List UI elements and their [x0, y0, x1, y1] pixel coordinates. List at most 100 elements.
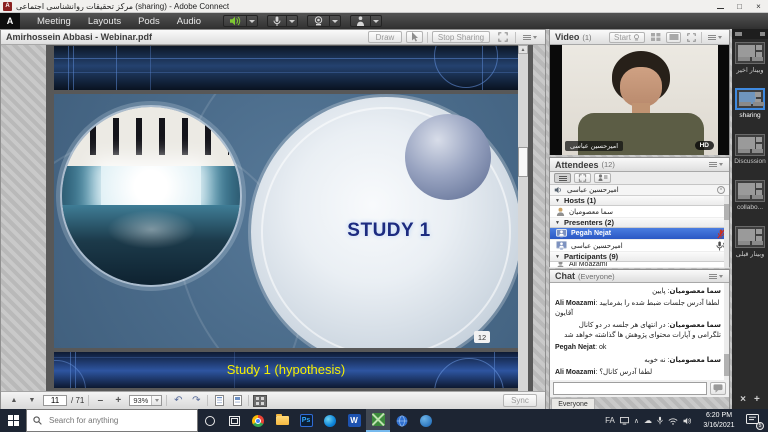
share-pod-menu-button[interactable]	[520, 35, 540, 40]
layout-label-collaboration[interactable]: collabo...	[732, 204, 768, 211]
onedrive-cloud-icon[interactable]: ☁	[644, 416, 652, 425]
layout-thumb-sharing[interactable]	[735, 88, 765, 110]
attendees-pod-menu-button[interactable]	[706, 162, 726, 167]
filmstrip-view-button[interactable]	[666, 32, 681, 43]
page-up-button[interactable]: ▲	[7, 395, 21, 407]
cortana-button[interactable]	[198, 409, 222, 432]
zoom-out-button[interactable]: –	[93, 395, 107, 407]
volume-icon[interactable]	[683, 417, 692, 425]
chat-send-button[interactable]	[710, 382, 726, 395]
scrollbar-thumb[interactable]	[518, 147, 528, 177]
stop-sharing-button[interactable]: Stop Sharing	[432, 31, 490, 43]
layout-label-5[interactable]: وبینار قبلی	[732, 250, 768, 258]
app2-taskbar-icon[interactable]	[414, 409, 438, 432]
attendee-row-presenter[interactable]: امیرحسین عباسی	[550, 240, 729, 252]
attendee-list-view-button[interactable]	[554, 173, 571, 183]
taskbar-clock[interactable]: 6:20 PM 3/16/2021	[697, 411, 741, 429]
webcam-dropdown[interactable]	[330, 15, 341, 27]
tray-mic-icon[interactable]	[657, 416, 663, 425]
scrollbar-thumb[interactable]	[724, 204, 729, 220]
taskbar-search[interactable]	[26, 409, 198, 432]
fit-page-button[interactable]	[230, 395, 244, 407]
zoom-in-button[interactable]: +	[111, 395, 125, 407]
attendee-row-host[interactable]: سما معصومیان	[550, 206, 729, 218]
page-down-button[interactable]: ▼	[25, 395, 39, 407]
attendee-row-presenter-selected[interactable]: Pegah Nejat	[550, 228, 729, 240]
fit-width-button[interactable]	[212, 395, 226, 407]
page-number-input[interactable]	[43, 395, 67, 406]
edge-taskbar-icon[interactable]	[318, 409, 342, 432]
action-center-button[interactable]: 5	[746, 414, 762, 428]
chrome-taskbar-icon[interactable]	[246, 409, 270, 432]
presenters-section-header[interactable]: ▼ Presenters (2)	[550, 218, 729, 228]
attendees-pod-title: Attendees	[555, 160, 599, 170]
maximize-button[interactable]: □	[730, 0, 749, 13]
start-webcam-button[interactable]: Start	[609, 32, 645, 43]
chat-pod-menu-button[interactable]	[706, 274, 726, 279]
adobe-connect-taskbar-icon[interactable]	[366, 409, 390, 432]
sync-button[interactable]: Sync	[503, 394, 537, 407]
attendee-status-view-button[interactable]	[594, 173, 611, 183]
menu-audio[interactable]: Audio	[177, 16, 201, 27]
attendees-scrollbar[interactable]	[724, 196, 729, 268]
hosts-section-header[interactable]: ▼ Hosts (1)	[550, 196, 729, 206]
language-indicator[interactable]: FA	[605, 416, 615, 425]
rotate-right-button[interactable]: ↷	[189, 395, 203, 407]
breakout-view-button[interactable]	[574, 173, 591, 183]
grid-view-button[interactable]	[648, 32, 663, 43]
menu-lines-icon	[523, 35, 531, 40]
menu-pods[interactable]: Pods	[138, 16, 160, 27]
speaker-dropdown[interactable]	[247, 15, 258, 27]
file-explorer-taskbar-icon[interactable]	[270, 409, 294, 432]
layout-thumb-1[interactable]	[735, 42, 765, 64]
draw-button[interactable]: Draw	[368, 31, 402, 43]
search-input[interactable]	[47, 415, 177, 426]
menu-layouts[interactable]: Layouts	[88, 16, 121, 27]
layout-thumb-5[interactable]	[735, 226, 765, 248]
photoshop-taskbar-icon[interactable]: Ps	[294, 409, 318, 432]
chat-messages[interactable]: سما معصومیان: پایین Ali Moazami: لطفا آد…	[550, 283, 729, 380]
fullscreen-button[interactable]	[494, 31, 511, 43]
network-icon[interactable]	[668, 417, 678, 425]
scroll-up-arrow[interactable]: ▲	[518, 45, 528, 54]
layout-thumb-discussion[interactable]	[735, 134, 765, 156]
attendee-name: امیرحسین عباسی	[571, 242, 623, 250]
minimize-button[interactable]	[711, 0, 730, 13]
microphone-button[interactable]	[267, 15, 287, 27]
menu-meeting[interactable]: Meeting	[37, 16, 71, 27]
browser2-taskbar-icon[interactable]	[390, 409, 414, 432]
layout-label-sharing[interactable]: sharing	[732, 112, 768, 119]
chat-input[interactable]	[553, 382, 707, 395]
attendee-row-participant[interactable]: Ali Moazami	[550, 262, 729, 268]
dismiss-speaker-icon[interactable]: ×	[717, 186, 725, 194]
participants-section-header[interactable]: ▼ Participants (9)	[550, 252, 729, 262]
hidden-icons-chevron[interactable]: ∧	[634, 417, 639, 425]
microphone-dropdown[interactable]	[287, 15, 298, 27]
thumbnail-view-button[interactable]	[253, 395, 267, 407]
zoom-dropdown-arrow[interactable]	[151, 396, 161, 405]
raise-hand-button[interactable]	[350, 15, 371, 27]
task-view-button[interactable]	[222, 409, 246, 432]
device-icon[interactable]	[620, 417, 629, 425]
pointer-button[interactable]	[406, 31, 423, 43]
word-taskbar-icon[interactable]: W	[342, 409, 366, 432]
zoom-level-select[interactable]: 93%	[129, 395, 162, 406]
chat-scrollbar[interactable]	[724, 283, 729, 380]
layout-bar-close-icon[interactable]	[760, 32, 765, 36]
speaker-button[interactable]	[223, 15, 247, 27]
layout-label-discussion[interactable]: Discussion	[732, 158, 768, 165]
close-button[interactable]: ×	[749, 0, 768, 13]
scrollbar-thumb[interactable]	[724, 354, 729, 376]
layout-label-1[interactable]: وبینار اخیر	[732, 66, 768, 74]
raise-hand-dropdown[interactable]	[371, 15, 382, 27]
layout-bar-menu-icon[interactable]	[735, 32, 742, 36]
video-pod-menu-button[interactable]	[705, 35, 725, 40]
document-scrollbar[interactable]: ▲	[518, 45, 528, 391]
add-layout-button[interactable]: +	[754, 394, 760, 405]
webcam-button[interactable]	[307, 15, 330, 27]
delete-layout-button[interactable]: ×	[740, 394, 746, 405]
video-fullscreen-button[interactable]	[684, 32, 698, 43]
rotate-left-button[interactable]: ↶	[171, 395, 185, 407]
layout-thumb-collaboration[interactable]	[735, 180, 765, 202]
start-button[interactable]	[0, 409, 26, 432]
